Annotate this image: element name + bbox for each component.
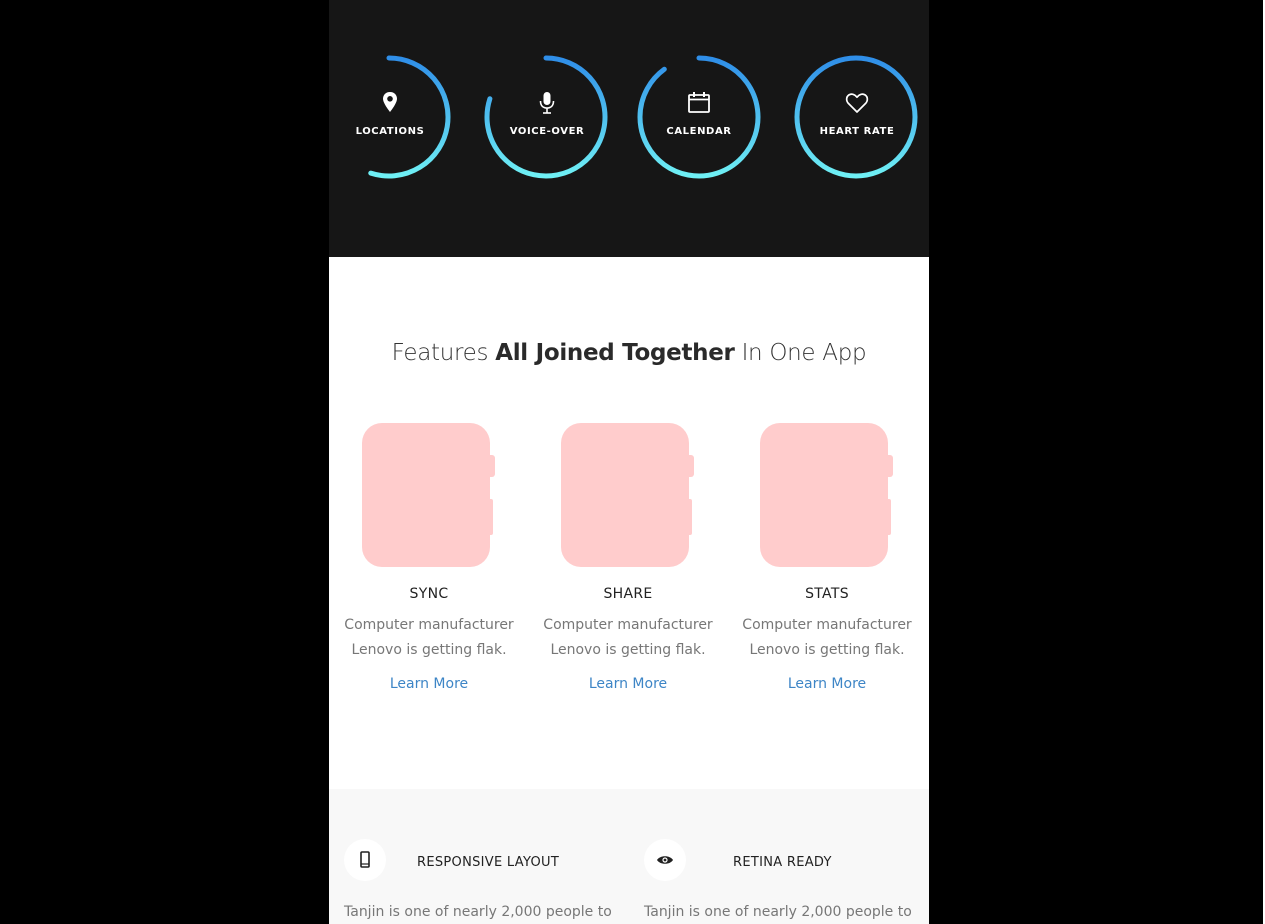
- watch-image-placeholder: [561, 423, 694, 567]
- benefit-text-retina: Tanjin is one of nearly 2,000 people to: [644, 904, 912, 920]
- features-heading-pre: Features: [391, 340, 496, 366]
- features-heading-post: In One App: [734, 340, 867, 366]
- benefits-band: RESPONSIVE LAYOUT Tanjin is one of nearl…: [329, 789, 929, 924]
- watch-image-placeholder: [362, 423, 495, 567]
- feature-description: Computer manufacturer Lenovo is getting …: [742, 617, 912, 658]
- learn-more-link[interactable]: Learn More: [727, 676, 927, 692]
- benefit-title-retina: RETINA READY: [733, 855, 832, 870]
- feature-description: Computer manufacturer Lenovo is getting …: [344, 617, 514, 658]
- ring-label-voice-over: VOICE-OVER: [509, 126, 585, 137]
- eye-icon: [657, 856, 673, 864]
- feature-title: STATS: [805, 586, 849, 602]
- ring-label-locations: LOCATIONS: [355, 126, 425, 137]
- ring-label-heart-rate: HEART RATE: [819, 126, 895, 137]
- learn-more-link[interactable]: Learn More: [528, 676, 728, 692]
- ring-label-calendar: CALENDAR: [666, 126, 732, 137]
- stats-band: LOCATIONS VOICE-OVER CALENDAR HEART RATE: [329, 0, 929, 257]
- feature-description: Computer manufacturer Lenovo is getting …: [543, 617, 713, 658]
- map-pin-icon: [383, 92, 397, 112]
- calendar-icon: [688, 92, 710, 113]
- benefit-text-responsive: Tanjin is one of nearly 2,000 people to: [344, 904, 612, 920]
- learn-more-link[interactable]: Learn More: [329, 676, 529, 692]
- eye-icon-badge: [644, 839, 686, 881]
- features-heading: Features All Joined Together In One App: [329, 340, 929, 366]
- heart-icon: [845, 93, 869, 113]
- microphone-icon: [539, 92, 555, 114]
- features-heading-bold: All Joined Together: [495, 340, 735, 366]
- watch-image-placeholder: [760, 423, 893, 567]
- mobile-phone-icon: [360, 851, 370, 868]
- benefit-title-responsive: RESPONSIVE LAYOUT: [417, 855, 560, 870]
- feature-title: SHARE: [603, 586, 653, 602]
- page: LOCATIONS VOICE-OVER CALENDAR HEART RATE…: [329, 0, 929, 924]
- mobile-phone-icon-badge: [344, 839, 386, 881]
- feature-title: SYNC: [409, 586, 449, 602]
